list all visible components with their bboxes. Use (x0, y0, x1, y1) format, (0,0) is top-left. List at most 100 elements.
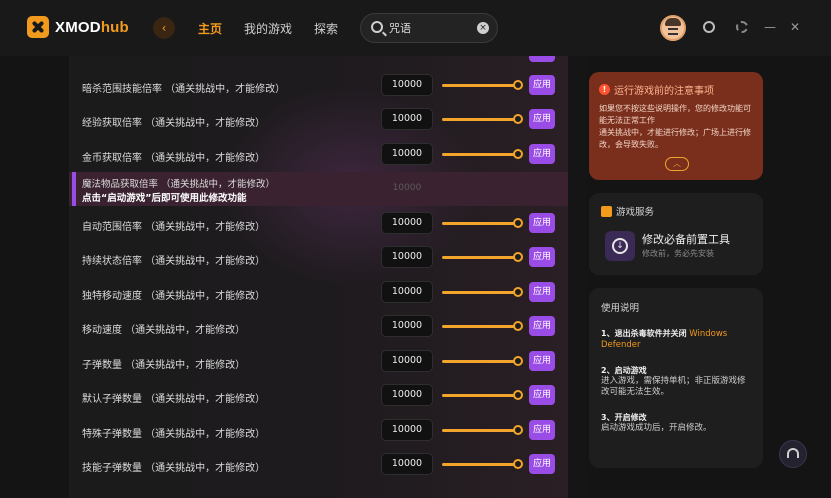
mod-row: 独特移动速度 （通关挑战中，才能修改） 10000 应用 (69, 276, 568, 310)
settings-icon[interactable] (735, 20, 749, 34)
mod-label: 特殊子弹数量 （通关挑战中，才能修改） (82, 429, 266, 440)
logo-text-main: XMOD (55, 18, 101, 36)
slider-handle[interactable] (513, 287, 523, 297)
support-headset-icon[interactable] (779, 440, 807, 468)
slider-handle[interactable] (513, 114, 523, 124)
apply-button[interactable]: 应用 (529, 420, 555, 440)
box-icon (601, 205, 612, 217)
mod-label: 默认子弹数量 （通关挑战中，才能修改） (82, 394, 266, 405)
back-button[interactable]: ‹ (153, 17, 175, 39)
prerequisite-tool-card[interactable]: ↓ 修改必备前置工具 修改前，务必先安装 (603, 229, 753, 263)
mod-slider[interactable] (442, 394, 517, 397)
back-arrow-icon: ‹ (161, 21, 167, 35)
nav-item-explore[interactable]: 探索 (314, 20, 338, 37)
mod-slider[interactable] (442, 118, 517, 121)
mod-slider[interactable] (442, 429, 517, 432)
guide-step-3: 3、开启修改 启动游戏成功后，开启修改。 (601, 412, 751, 434)
slider-handle[interactable] (513, 218, 523, 228)
highlight-indicator (72, 172, 76, 206)
nav-item-my-games[interactable]: 我的游戏 (244, 20, 292, 37)
mod-slider[interactable] (442, 325, 517, 328)
mod-value-input[interactable]: 10000 (381, 281, 433, 303)
mod-value-input[interactable]: 10000 (381, 453, 433, 475)
theme-icon[interactable] (702, 20, 716, 34)
logo-text: XMODhub (55, 19, 129, 36)
apply-button[interactable]: 应用 (529, 351, 555, 371)
minimize-icon[interactable]: — (763, 20, 777, 34)
slider-handle[interactable] (513, 356, 523, 366)
apply-button[interactable]: 应用 (529, 109, 555, 129)
mod-slider[interactable] (442, 222, 517, 225)
mod-row: 暗杀范围技能倍率 （通关挑战中，才能修改） 10000 应用 (69, 69, 568, 103)
logo-text-accent: hub (100, 18, 129, 36)
mod-row-highlighted: 魔法物品获取倍率 （通关挑战中，才能修改） 点击“启动游戏”后即可使用此修改功能… (69, 172, 568, 206)
notice-line: 如果您不按这些说明操作，您的修改功能可能无法正常工作 (599, 104, 751, 125)
mod-value-input[interactable]: 10000 (381, 143, 433, 165)
slider-handle[interactable] (513, 252, 523, 262)
mod-value-input[interactable]: 10000 (381, 384, 433, 406)
mod-label: 独特移动速度 （通关挑战中，才能修改） (82, 291, 266, 302)
slider-handle[interactable] (513, 459, 523, 469)
clear-search-icon[interactable]: × (477, 22, 489, 34)
search-box: × (360, 13, 498, 43)
slider-handle[interactable] (513, 149, 523, 159)
slider-handle[interactable] (513, 80, 523, 90)
close-icon[interactable]: ✕ (788, 20, 802, 34)
mod-slider[interactable] (442, 84, 517, 87)
mod-value-input[interactable]: 10000 (381, 212, 433, 234)
notice-title-text: 运行游戏前的注意事项 (614, 86, 714, 97)
mod-value-input[interactable]: 10000 (381, 246, 433, 268)
mod-slider[interactable] (442, 291, 517, 294)
mod-row: 经验获取倍率 （通关挑战中，才能修改） 10000 应用 (69, 103, 568, 137)
apply-button[interactable]: 应用 (529, 282, 555, 302)
search-input[interactable] (389, 20, 473, 36)
mod-slider[interactable] (442, 153, 517, 156)
mod-label: 自动范围倍率 （通关挑战中，才能修改） (82, 222, 266, 233)
apply-button-partial[interactable] (529, 56, 555, 62)
apply-button[interactable]: 应用 (529, 385, 555, 405)
apply-button[interactable]: 应用 (529, 454, 555, 474)
search-icon (371, 21, 383, 33)
warning-icon: ! (599, 84, 610, 95)
service-title: 游戏服务 (601, 204, 654, 218)
mod-row: 特殊子弹数量 （通关挑战中，才能修改） 10000 应用 (69, 414, 568, 448)
mod-list[interactable]: 暗杀范围技能倍率 （通关挑战中，才能修改） 10000 应用 经验获取倍率 （通… (69, 56, 568, 498)
apply-button[interactable]: 应用 (529, 144, 555, 164)
mod-label: 持续状态倍率 （通关挑战中，才能修改） (82, 256, 266, 267)
mod-value-input[interactable]: 10000 (381, 315, 433, 337)
mod-row: 技能子弹数量 （通关挑战中，才能修改） 10000 应用 (69, 448, 568, 482)
tool-description: 修改前，务必先安装 (642, 249, 714, 258)
step-body: 启动游戏成功后，开启修改。 (601, 423, 712, 433)
main-nav: 主页 我的游戏 探索 (198, 20, 338, 37)
slider-handle[interactable] (513, 425, 523, 435)
app-logo[interactable]: XMODhub (27, 16, 129, 38)
scroll-gutter (568, 56, 586, 498)
mod-label: 金币获取倍率 （通关挑战中，才能修改） (82, 153, 266, 164)
mod-slider[interactable] (442, 360, 517, 363)
apply-button[interactable]: 应用 (529, 316, 555, 336)
apply-button[interactable]: 应用 (529, 75, 555, 95)
avatar[interactable] (660, 15, 686, 41)
mod-slider[interactable] (442, 256, 517, 259)
collapse-notice-button[interactable]: ︿ (665, 157, 689, 171)
left-margin (0, 56, 69, 498)
mod-row: 默认子弹数量 （通关挑战中，才能修改） 10000 应用 (69, 379, 568, 413)
nav-item-home[interactable]: 主页 (198, 20, 222, 37)
mod-label: 暗杀范围技能倍率 （通关挑战中，才能修改） (82, 84, 286, 95)
mod-value-input[interactable]: 10000 (381, 74, 433, 96)
slider-handle[interactable] (513, 321, 523, 331)
apply-button[interactable]: 应用 (529, 213, 555, 233)
mod-slider[interactable] (442, 463, 517, 466)
step-heading: 3、开启修改 (601, 413, 647, 422)
xmod-logo-icon (27, 16, 49, 38)
mod-label: 技能子弹数量 （通关挑战中，才能修改） (82, 463, 266, 474)
slider-handle[interactable] (513, 390, 523, 400)
mod-value-input[interactable]: 10000 (381, 419, 433, 441)
mod-value-input[interactable]: 10000 (381, 108, 433, 130)
mod-label: 移动速度 （通关挑战中，才能修改） (82, 325, 246, 336)
mod-label: 经验获取倍率 （通关挑战中，才能修改） (82, 118, 266, 129)
usage-guide-panel: 使用说明 1、退出杀毒软件并关闭 Windows Defender 2、启动游戏… (589, 288, 763, 468)
mod-row: 移动速度 （通关挑战中，才能修改） 10000 应用 (69, 310, 568, 344)
mod-value-input[interactable]: 10000 (381, 350, 433, 372)
apply-button[interactable]: 应用 (529, 247, 555, 267)
